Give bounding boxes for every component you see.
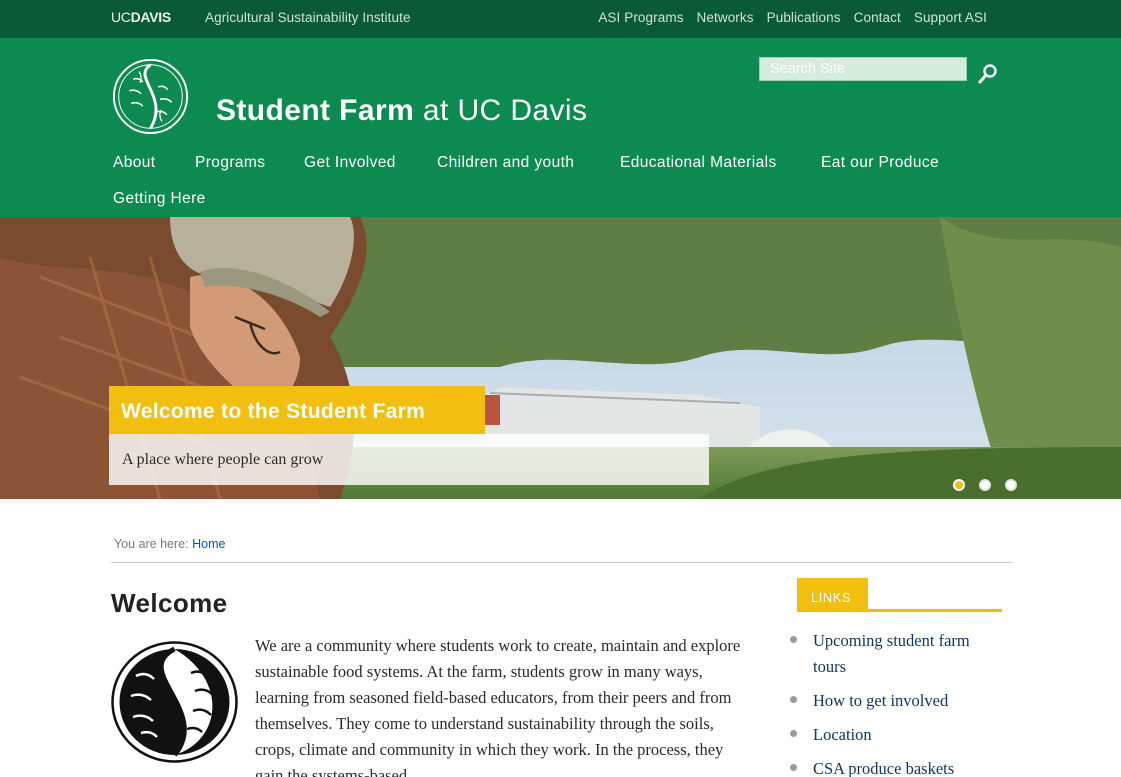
links-heading-rule [797, 609, 1002, 612]
bullet-icon [790, 764, 797, 771]
list-item: Location [790, 722, 1000, 748]
nav-item-getting-here[interactable]: Getting Here [113, 190, 206, 208]
utility-link-support-asi[interactable]: Support ASI [914, 10, 987, 25]
utility-link-networks[interactable]: Networks [697, 10, 754, 25]
nav-item-get-involved[interactable]: Get Involved [304, 154, 396, 172]
hero-caption-subtitle: A place where people can grow [109, 434, 709, 485]
site-title-light: at UC Davis [422, 94, 588, 127]
slide-dot-1[interactable] [953, 479, 965, 491]
utility-link-asi-programs[interactable]: ASI Programs [598, 10, 683, 25]
breadcrumb-home-link[interactable]: Home [192, 537, 225, 551]
sidebar-links: Upcoming student farm tours How to get i… [790, 628, 1000, 777]
intro-paragraph: We are a community where students work t… [255, 636, 741, 777]
bullet-icon [790, 730, 797, 737]
ucdavis-logo-davis: DAVIS [130, 9, 172, 25]
nav-item-children-and-youth[interactable]: Children and youth [437, 154, 574, 172]
slideshow-pager [953, 479, 1017, 491]
nav-item-programs[interactable]: Programs [195, 154, 265, 172]
breadcrumb-divider [111, 562, 1012, 563]
breadcrumb: You are here: Home [114, 537, 225, 551]
list-item: Upcoming student farm tours [790, 628, 1000, 680]
bullet-icon [790, 636, 797, 643]
site-title[interactable]: Student Farm at UC Davis [216, 94, 587, 128]
link-upcoming-tours[interactable]: Upcoming student farm tours [813, 631, 970, 676]
site-header: Student Farm at UC Davis About Programs … [0, 38, 1121, 217]
hero-slideshow[interactable]: Welcome to the Student Farm A place wher… [0, 217, 1121, 499]
student-farm-seal-icon[interactable] [112, 58, 189, 135]
ucdavis-logo[interactable]: UCDAVIS [111, 10, 171, 25]
institute-name[interactable]: Agricultural Sustainability Institute [205, 10, 411, 25]
list-item: How to get involved [790, 688, 1000, 714]
ucdavis-logo-uc: UC [111, 9, 131, 25]
link-how-to-get-involved[interactable]: How to get involved [813, 691, 948, 710]
utility-link-contact[interactable]: Contact [854, 10, 901, 25]
page-title: Welcome [111, 588, 228, 618]
slide-dot-3[interactable] [1005, 479, 1017, 491]
utility-nav: ASI Programs Networks Publications Conta… [598, 10, 987, 25]
utility-link-publications[interactable]: Publications [767, 10, 841, 25]
slide-dot-2[interactable] [979, 479, 991, 491]
site-title-strong: Student Farm [216, 94, 415, 127]
nav-item-about[interactable]: About [113, 154, 156, 172]
breadcrumb-prefix: You are here: [114, 537, 189, 551]
bullet-icon [790, 696, 797, 703]
nav-item-eat-our-produce[interactable]: Eat our Produce [821, 154, 939, 172]
list-item: CSA produce baskets [790, 756, 1000, 777]
nav-item-educational-materials[interactable]: Educational Materials [620, 154, 777, 172]
link-location[interactable]: Location [813, 725, 872, 744]
search-icon[interactable] [976, 62, 1000, 86]
search-input[interactable] [759, 57, 967, 81]
hero-caption-title[interactable]: Welcome to the Student Farm [109, 386, 485, 434]
link-csa-produce-baskets[interactable]: CSA produce baskets [813, 759, 954, 777]
utility-bar: UCDAVIS Agricultural Sustainability Inst… [0, 0, 1121, 38]
student-farm-emblem-icon [111, 641, 238, 763]
links-heading: LINKS [797, 578, 868, 610]
